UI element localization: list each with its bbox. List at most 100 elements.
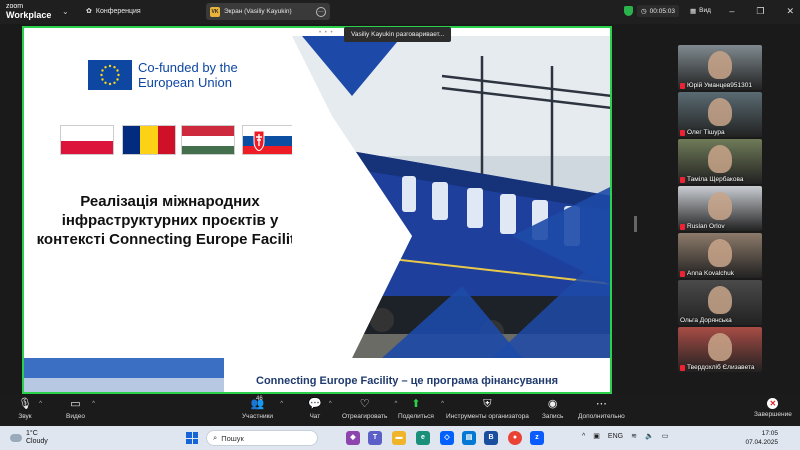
record-button[interactable]: ◉ Запись <box>542 398 563 420</box>
participant-tile[interactable]: Олег Тішура <box>678 92 762 137</box>
app-icon-1[interactable]: ◆ <box>346 431 360 445</box>
start-button[interactable] <box>186 432 198 444</box>
wifi-icon[interactable]: ≋ <box>631 432 637 440</box>
cloud-icon <box>10 434 22 442</box>
chat-button[interactable]: 💬 Чат ^ <box>308 398 332 420</box>
participant-name: Таміла Щербакова <box>687 176 744 183</box>
flag-poland <box>60 125 114 155</box>
zoom-icon[interactable]: z <box>530 431 544 445</box>
tray-expand-icon[interactable]: ^ <box>582 433 585 440</box>
dropbox-icon[interactable]: ◇ <box>440 431 454 445</box>
more-label: Дополнительно <box>578 413 625 420</box>
flag-hungary <box>181 125 235 155</box>
share-button[interactable]: ⬆ Поделиться ^ <box>398 398 444 420</box>
taskbar-clock[interactable]: 17:05 07.04.2025 <box>745 429 778 447</box>
video-caret-icon[interactable]: ^ <box>92 401 95 407</box>
eu-text-line2: European Union <box>138 75 232 90</box>
meeting-info-button[interactable]: ✿ Конференция <box>86 7 141 16</box>
share-caret-icon[interactable]: ^ <box>441 401 444 407</box>
participant-name-tag: Таміла Щербакова <box>680 176 743 183</box>
view-button[interactable]: ▦ Вид <box>690 7 711 15</box>
maximize-icon[interactable]: ❐ <box>756 6 764 17</box>
participant-tile[interactable]: Юрій Уманцев951301 <box>678 45 762 90</box>
participants-caret-icon[interactable]: ^ <box>280 401 283 407</box>
tray-language[interactable]: ENG <box>608 433 623 440</box>
shared-screen: • • • Co-funded by the European Union Ре… <box>22 26 612 394</box>
participant-video <box>708 145 732 173</box>
grid-icon: ▦ <box>690 8 697 15</box>
share-label: Поделиться <box>398 413 434 420</box>
view-label: Вид <box>699 7 711 14</box>
participant-tile[interactable]: Таміла Щербакова <box>678 139 762 184</box>
weather-text: Cloudy <box>26 438 48 445</box>
shield-icon <box>624 6 633 16</box>
participant-name: Ruslan Orlov <box>687 223 725 230</box>
teams-icon[interactable]: T <box>368 431 382 445</box>
audio-caret-icon[interactable]: ^ <box>39 401 42 407</box>
mic-off-icon <box>680 129 685 136</box>
participant-tile[interactable]: Ruslan Orlov <box>678 186 762 231</box>
audio-label: Звук <box>18 413 32 420</box>
meeting-timer: ◷ 00:05:03 <box>637 5 679 17</box>
screen-share-indicator[interactable]: VK Экран (Vasiliy Kayukin) … <box>206 3 330 20</box>
zoom-logo: zoom Workplace <box>6 3 51 20</box>
participants-label: Участники <box>242 413 274 420</box>
video-label: Видео <box>66 413 85 420</box>
participant-tile[interactable]: Ольга Дорянська <box>678 280 762 325</box>
close-icon[interactable]: ✕ <box>786 6 794 17</box>
chrome-icon[interactable]: ● <box>508 431 522 445</box>
shield-icon: ⛨ <box>483 398 492 410</box>
participant-gallery: Юрій Уманцев951301 Олег Тішура Таміла Щерб… <box>678 45 762 374</box>
participant-video <box>708 286 732 314</box>
search-placeholder: Пошук <box>221 433 244 443</box>
tray-app-icon[interactable]: ▣ <box>593 432 600 440</box>
store-icon[interactable]: ▤ <box>462 431 476 445</box>
logo-line1: zoom <box>6 3 24 10</box>
eu-flag <box>88 60 132 90</box>
weather-widget[interactable]: 1°C Cloudy <box>10 430 48 446</box>
participant-tile[interactable]: Anna Kovalchuk <box>678 233 762 278</box>
splitter-handle[interactable] <box>634 216 637 232</box>
end-button[interactable]: ✕ Завершение <box>754 398 792 418</box>
participant-name: Юрій Уманцев951301 <box>687 82 752 89</box>
participant-name: Олег Тішура <box>687 129 725 136</box>
people-icon: ✿ <box>86 8 92 15</box>
close-icon: ✕ <box>767 398 779 409</box>
more-icon[interactable]: … <box>316 6 326 17</box>
participants-button[interactable]: 👥 46 Участники ^ <box>242 396 283 420</box>
participant-name: Твердохліб Єлизавета <box>687 364 755 371</box>
participant-name-tag: Anna Kovalchuk <box>680 270 734 277</box>
react-caret-icon[interactable]: ^ <box>395 401 398 407</box>
minimize-icon[interactable]: – <box>729 6 734 17</box>
participant-tile[interactable]: Твердохліб Єлизавета <box>678 327 762 372</box>
edge-icon[interactable]: e <box>416 431 430 445</box>
participants-count: 46 <box>256 396 263 402</box>
participant-name-tag: Ruslan Orlov <box>680 223 725 230</box>
taskbar-search[interactable]: ⌕ Пошук <box>206 430 318 446</box>
participant-name: Ольга Дорянська <box>680 317 732 324</box>
participant-video <box>708 98 732 126</box>
presenter-avatar: VK <box>210 6 220 17</box>
mic-off-icon <box>680 270 685 277</box>
app-b-icon[interactable]: B <box>484 431 498 445</box>
flag-romania <box>122 125 176 155</box>
speaker-tooltip: Vasiliy Kayukin разговаривает... <box>344 27 452 42</box>
battery-icon[interactable]: ▭ <box>662 432 669 440</box>
volume-icon[interactable]: 🔈 <box>645 432 654 440</box>
ellipsis-icon: ⋯ <box>595 398 607 410</box>
mic-off-icon <box>680 176 685 183</box>
record-icon: ◉ <box>547 398 558 410</box>
folder-icon[interactable]: ▬ <box>392 431 406 445</box>
chat-icon: 💬 <box>308 398 322 410</box>
window-controls: – ❐ ✕ <box>729 6 794 17</box>
react-button[interactable]: ♡ Отреагировать ^ <box>342 398 397 420</box>
host-tools-button[interactable]: ⛨ Инструменты организатора <box>446 398 529 420</box>
timer-value: 00:05:03 <box>649 7 675 15</box>
heart-icon: ♡ <box>359 398 370 410</box>
chat-caret-icon[interactable]: ^ <box>329 401 332 407</box>
chevron-down-icon[interactable]: ⌄ <box>62 7 69 16</box>
more-button[interactable]: ⋯ Дополнительно <box>578 398 625 420</box>
audio-button[interactable]: 🎙 Звук ^ <box>18 398 42 420</box>
meeting-label: Конференция <box>95 7 141 15</box>
video-button[interactable]: ▭ Видео ^ <box>66 398 95 420</box>
